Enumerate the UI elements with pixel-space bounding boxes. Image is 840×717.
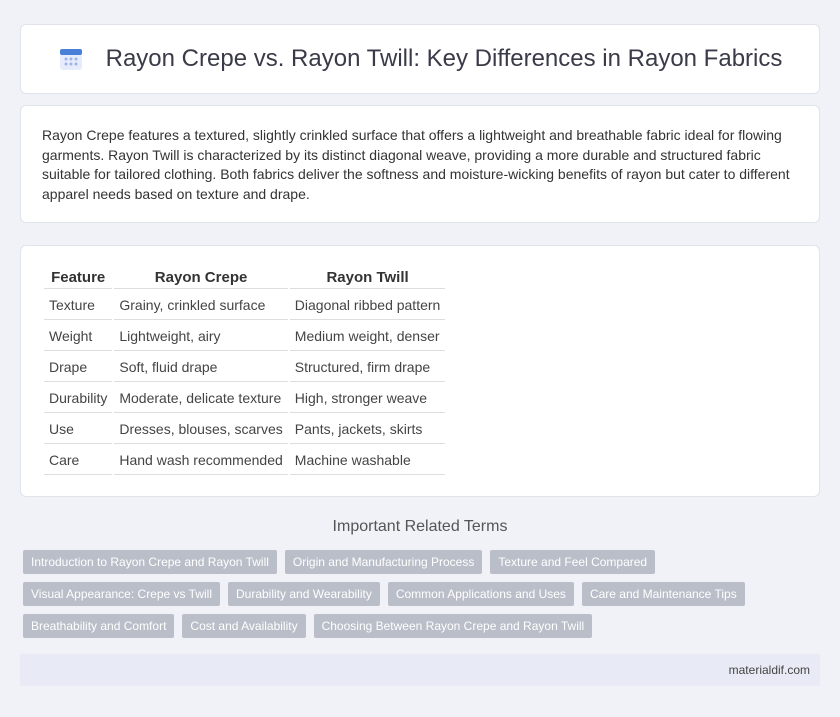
table-cell: Care (44, 446, 113, 475)
table-cell: Pants, jackets, skirts (289, 415, 446, 444)
related-term-tag[interactable]: Visual Appearance: Crepe vs Twill (23, 582, 220, 606)
table-cell: Diagonal ribbed pattern (289, 291, 446, 320)
table-cell: Machine washable (289, 446, 446, 475)
header-rayon-twill: Rayon Twill (289, 268, 446, 289)
related-term-tag[interactable]: Introduction to Rayon Crepe and Rayon Tw… (23, 550, 277, 574)
table-row: Care Hand wash recommended Machine washa… (44, 446, 446, 475)
table-header-row: Feature Rayon Crepe Rayon Twill (44, 268, 446, 289)
table-cell: Soft, fluid drape (114, 353, 288, 382)
table-cell: Texture (44, 291, 113, 320)
table-cell: Medium weight, denser (289, 322, 446, 351)
calendar-icon (58, 46, 84, 72)
footer: materialdif.com (20, 654, 820, 686)
intro-paragraph: Rayon Crepe features a textured, slightl… (42, 127, 790, 202)
header-feature: Feature (44, 268, 113, 289)
table-cell: Use (44, 415, 113, 444)
related-terms-title: Important Related Terms (332, 518, 508, 535)
related-term-tag[interactable]: Durability and Wearability (228, 582, 380, 606)
table-row: Weight Lightweight, airy Medium weight, … (44, 322, 446, 351)
table-cell: High, stronger weave (289, 384, 446, 413)
footer-site-link[interactable]: materialdif.com (729, 663, 810, 677)
table-cell: Structured, firm drape (289, 353, 446, 382)
related-term-tag[interactable]: Common Applications and Uses (387, 582, 574, 606)
table-row: Durability Moderate, delicate texture Hi… (44, 384, 446, 413)
table-cell: Lightweight, airy (114, 322, 288, 351)
table-cell: Weight (44, 322, 113, 351)
comparison-table-card: Feature Rayon Crepe Rayon Twill Texture … (20, 245, 820, 497)
table-cell: Moderate, delicate texture (114, 384, 288, 413)
intro-card: Rayon Crepe features a textured, slightl… (20, 105, 820, 223)
table-row: Drape Soft, fluid drape Structured, firm… (44, 353, 446, 382)
header-card: Rayon Crepe vs. Rayon Twill: Key Differe… (20, 24, 820, 94)
related-terms-tags: Introduction to Rayon Crepe and Rayon Tw… (23, 550, 813, 646)
table-cell: Dresses, blouses, scarves (114, 415, 288, 444)
table-cell: Hand wash recommended (114, 446, 288, 475)
related-term-tag[interactable]: Choosing Between Rayon Crepe and Rayon T… (313, 614, 593, 638)
title-row: Rayon Crepe vs. Rayon Twill: Key Differe… (21, 25, 819, 93)
related-term-tag[interactable]: Texture and Feel Compared (490, 550, 656, 574)
related-term-tag[interactable]: Breathability and Comfort (23, 614, 175, 638)
table-cell: Drape (44, 353, 113, 382)
table-row: Use Dresses, blouses, scarves Pants, jac… (44, 415, 446, 444)
table-row: Texture Grainy, crinkled surface Diagona… (44, 291, 446, 320)
table-cell: Durability (44, 384, 113, 413)
related-term-tag[interactable]: Origin and Manufacturing Process (284, 550, 483, 574)
related-term-tag[interactable]: Cost and Availability (182, 614, 306, 638)
comparison-table: Feature Rayon Crepe Rayon Twill Texture … (42, 266, 447, 477)
header-rayon-crepe: Rayon Crepe (114, 268, 288, 289)
page-title: Rayon Crepe vs. Rayon Twill: Key Differe… (105, 45, 783, 72)
table-cell: Grainy, crinkled surface (114, 291, 288, 320)
related-term-tag[interactable]: Care and Maintenance Tips (581, 582, 745, 606)
